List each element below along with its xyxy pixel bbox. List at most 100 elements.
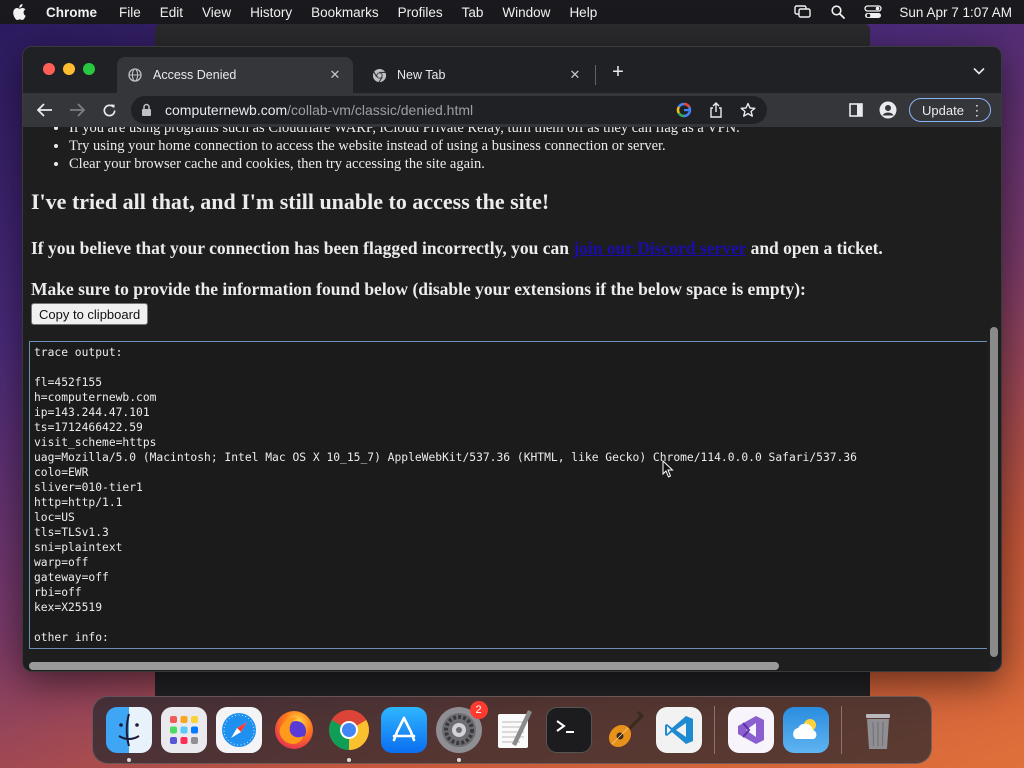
- notification-badge: 2: [469, 701, 488, 719]
- tab-title: New Tab: [397, 68, 446, 82]
- believe-prefix: If you believe that your connection has …: [31, 238, 574, 258]
- screen-mirror-icon[interactable]: [794, 4, 812, 20]
- dock-trash[interactable]: [855, 707, 901, 753]
- forward-button[interactable]: [63, 96, 91, 124]
- url-path: /collab-vm/classic/denied.html: [287, 102, 474, 118]
- bookmark-star-icon[interactable]: [739, 101, 757, 119]
- textedit-icon: [497, 710, 532, 748]
- url-host: computernewb.com: [165, 102, 288, 118]
- trace-line: gateway=off: [34, 571, 109, 584]
- visual-studio-icon: [737, 716, 764, 744]
- chrome-icon: [371, 67, 387, 83]
- reload-button[interactable]: [95, 96, 123, 124]
- dock-launchpad[interactable]: [160, 707, 207, 753]
- dock-app-store[interactable]: [380, 707, 427, 753]
- tab-new-tab[interactable]: New Tab ✕: [361, 57, 593, 93]
- trace-line: http=http/1.1: [34, 496, 123, 509]
- vertical-scrollbar[interactable]: [987, 127, 1001, 661]
- list-item: Try using your home connection to access…: [69, 137, 740, 155]
- close-window-button[interactable]: [43, 63, 55, 75]
- globe-icon: [127, 67, 143, 83]
- background-window-bottom: [155, 670, 870, 696]
- menu-tab[interactable]: Tab: [462, 5, 484, 20]
- dock-separator: [714, 706, 715, 754]
- menu-app-name[interactable]: Chrome: [46, 5, 97, 20]
- firefox-icon: [274, 711, 313, 749]
- close-icon[interactable]: ✕: [567, 67, 583, 83]
- dock-terminal[interactable]: [545, 707, 592, 753]
- share-icon[interactable]: [707, 101, 725, 119]
- dock-finder[interactable]: [105, 707, 152, 762]
- control-center-icon[interactable]: [864, 4, 883, 20]
- menu-help[interactable]: Help: [569, 5, 597, 20]
- trace-output-textarea[interactable]: trace output: fl=452f155 h=computernewb.c…: [29, 341, 989, 649]
- terminal-icon: [555, 720, 574, 733]
- dock-chrome[interactable]: [326, 707, 372, 762]
- tab-access-denied[interactable]: Access Denied ✕: [117, 57, 353, 93]
- trace-line: sliver=010-tier1: [34, 481, 143, 494]
- apple-icon[interactable]: [12, 4, 28, 20]
- dock-system-settings[interactable]: 2: [435, 701, 488, 762]
- trace-line: [34, 615, 986, 630]
- list-item: Clear your browser cache and cookies, th…: [69, 155, 740, 173]
- tab-separator: [595, 65, 596, 85]
- menu-clock[interactable]: Sun Apr 7 1:07 AM: [899, 5, 1012, 20]
- believe-suffix: and open a ticket.: [746, 238, 883, 258]
- dock-weather[interactable]: [782, 707, 829, 753]
- close-icon[interactable]: ✕: [327, 67, 343, 83]
- tab-title: Access Denied: [153, 68, 237, 82]
- running-indicator: [456, 758, 461, 762]
- menu-file[interactable]: File: [119, 5, 141, 20]
- horizontal-scrollbar[interactable]: [23, 659, 989, 671]
- more-vert-icon: ⋮: [969, 101, 984, 118]
- tab-search-chevron-icon[interactable]: [971, 63, 987, 79]
- trace-line: fl=452f155: [34, 376, 103, 389]
- horizontal-scrollbar-thumb[interactable]: [29, 662, 779, 670]
- menu-edit[interactable]: Edit: [160, 5, 183, 20]
- discord-server-link[interactable]: join our Discord server: [573, 238, 746, 258]
- menu-profiles[interactable]: Profiles: [398, 5, 443, 20]
- dock-separator: [841, 706, 842, 754]
- dock-textedit[interactable]: [491, 707, 537, 753]
- browser-toolbar: computernewb.com/collab-vm/classic/denie…: [23, 93, 1001, 127]
- new-tab-button[interactable]: +: [607, 61, 629, 83]
- provide-info-heading: Make sure to provide the information fou…: [31, 279, 806, 299]
- dock-vscode[interactable]: [655, 707, 702, 753]
- menu-history[interactable]: History: [250, 5, 292, 20]
- back-button[interactable]: [31, 96, 59, 124]
- minimize-window-button[interactable]: [63, 63, 75, 75]
- menu-bookmarks[interactable]: Bookmarks: [311, 5, 379, 20]
- finder-icon: [117, 713, 140, 747]
- trace-line: uag=Mozilla/5.0 (Macintosh; Intel Mac OS…: [34, 451, 857, 464]
- tips-list: If you are using programs such as Cloudf…: [69, 127, 740, 173]
- menu-bar: Chrome File Edit View History Bookmarks …: [0, 0, 1024, 24]
- vertical-scrollbar-thumb[interactable]: [990, 327, 998, 657]
- trace-line: other info:: [34, 631, 109, 644]
- flagged-incorrectly-text: If you believe that your connection has …: [31, 238, 883, 259]
- text-cursor-icon: [662, 460, 674, 478]
- dock-firefox[interactable]: [271, 707, 317, 753]
- address-bar[interactable]: computernewb.com/collab-vm/classic/denie…: [131, 96, 767, 124]
- dock-garageband[interactable]: [601, 707, 647, 753]
- google-lens-icon[interactable]: [675, 101, 693, 119]
- copy-to-clipboard-button[interactable]: Copy to clipboard: [31, 303, 149, 325]
- trace-line: visit_scheme=https: [34, 436, 157, 449]
- launchpad-icon: [169, 716, 198, 744]
- side-panel-icon[interactable]: [845, 96, 867, 124]
- spotlight-search-icon[interactable]: [829, 4, 847, 20]
- safari-icon: [221, 713, 256, 747]
- profile-avatar-icon[interactable]: [877, 96, 899, 124]
- trace-line: colo=EWR: [34, 466, 89, 479]
- lock-icon[interactable]: [141, 103, 155, 117]
- trace-line: rbi=off: [34, 586, 82, 599]
- zoom-window-button[interactable]: [83, 63, 95, 75]
- trace-line: [34, 360, 986, 375]
- update-button[interactable]: Update ⋮: [909, 98, 991, 122]
- dock: 2: [92, 696, 932, 764]
- menu-view[interactable]: View: [202, 5, 231, 20]
- trace-line: ts=1712466422.59: [34, 421, 143, 434]
- menu-window[interactable]: Window: [502, 5, 550, 20]
- dock-visual-studio[interactable]: [727, 707, 774, 753]
- trace-line: sni=plaintext: [34, 541, 123, 554]
- dock-safari[interactable]: [215, 707, 262, 753]
